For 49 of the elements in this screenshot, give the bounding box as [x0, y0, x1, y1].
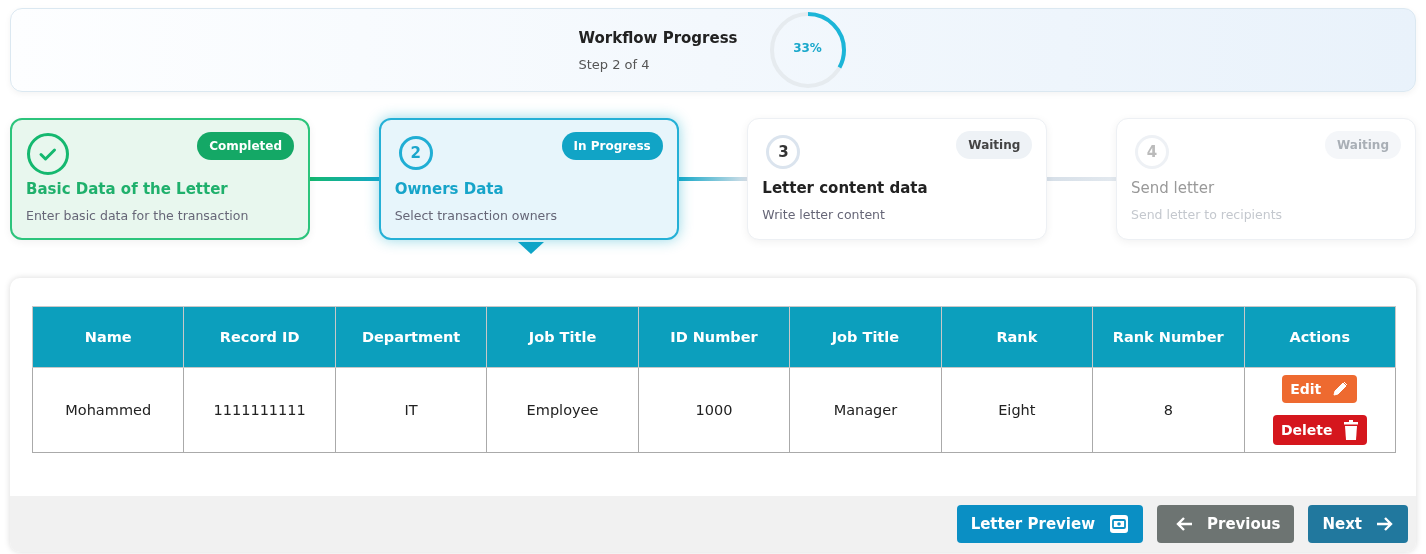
table-cell: 8 — [1092, 367, 1244, 453]
status-badge: In Progress — [561, 132, 663, 160]
step-description: Enter basic data for the transaction — [26, 208, 250, 223]
arrow-right-icon — [1376, 516, 1394, 532]
table-cell: 1000 — [638, 367, 790, 453]
step-title: Letter content data — [762, 179, 929, 197]
column-header: Name — [32, 306, 184, 368]
table-cell: Mohammed — [32, 367, 184, 453]
pencil-icon — [1331, 380, 1350, 398]
trash-icon — [1342, 420, 1359, 440]
column-header: ID Number — [638, 306, 790, 368]
preview-icon — [1109, 514, 1129, 534]
table-cell: Employee — [486, 367, 639, 453]
column-header: Rank — [941, 306, 1093, 368]
status-badge: Waiting — [1325, 131, 1401, 159]
table-cell: Eight — [941, 367, 1093, 453]
step-description: Send letter to recipients — [1131, 207, 1284, 222]
column-header: Department — [335, 306, 487, 368]
status-badge: Waiting — [956, 131, 1033, 159]
progress-title: Workflow Progress — [578, 28, 738, 47]
column-header: Job Title — [486, 306, 639, 368]
pointer-icon — [517, 242, 544, 254]
step-card[interactable]: 3 Waiting Letter content data Write letter content — [747, 118, 1048, 240]
step-title: Owners Data — [394, 180, 505, 198]
step-description: Write letter content — [762, 207, 886, 222]
previous-button[interactable]: Previous — [1157, 505, 1295, 543]
step-number: 2 — [398, 136, 433, 170]
delete-button[interactable]: Delete — [1272, 415, 1367, 445]
column-header: Job Title — [789, 306, 942, 368]
next-button[interactable]: Next — [1308, 505, 1408, 543]
step-number: 3 — [766, 135, 801, 169]
arrow-left-icon — [1175, 516, 1193, 532]
status-badge: Completed — [197, 132, 294, 160]
step-title: Basic Data of the Letter — [26, 180, 229, 198]
step-card[interactable]: Completed Basic Data of the Letter Enter basic data for the transaction — [10, 118, 310, 240]
check-circle-icon — [26, 132, 70, 176]
column-header: Record ID — [183, 306, 336, 368]
table-cell: IT — [335, 367, 487, 453]
edit-button[interactable]: Edit — [1282, 375, 1358, 403]
table-cell: 1111111111 — [183, 367, 336, 453]
progress-step: Step 2 of 4 — [578, 56, 738, 72]
table-cell: Manager — [789, 367, 942, 453]
step-number: 4 — [1135, 135, 1169, 169]
preview-button[interactable]: Letter Preview — [956, 505, 1143, 543]
step-title: Send letter — [1131, 179, 1216, 197]
progress-percent: 33% — [792, 41, 823, 55]
column-header: Rank Number — [1092, 306, 1244, 368]
step-description: Select transaction owners — [394, 208, 558, 223]
column-header: Actions — [1244, 306, 1396, 368]
